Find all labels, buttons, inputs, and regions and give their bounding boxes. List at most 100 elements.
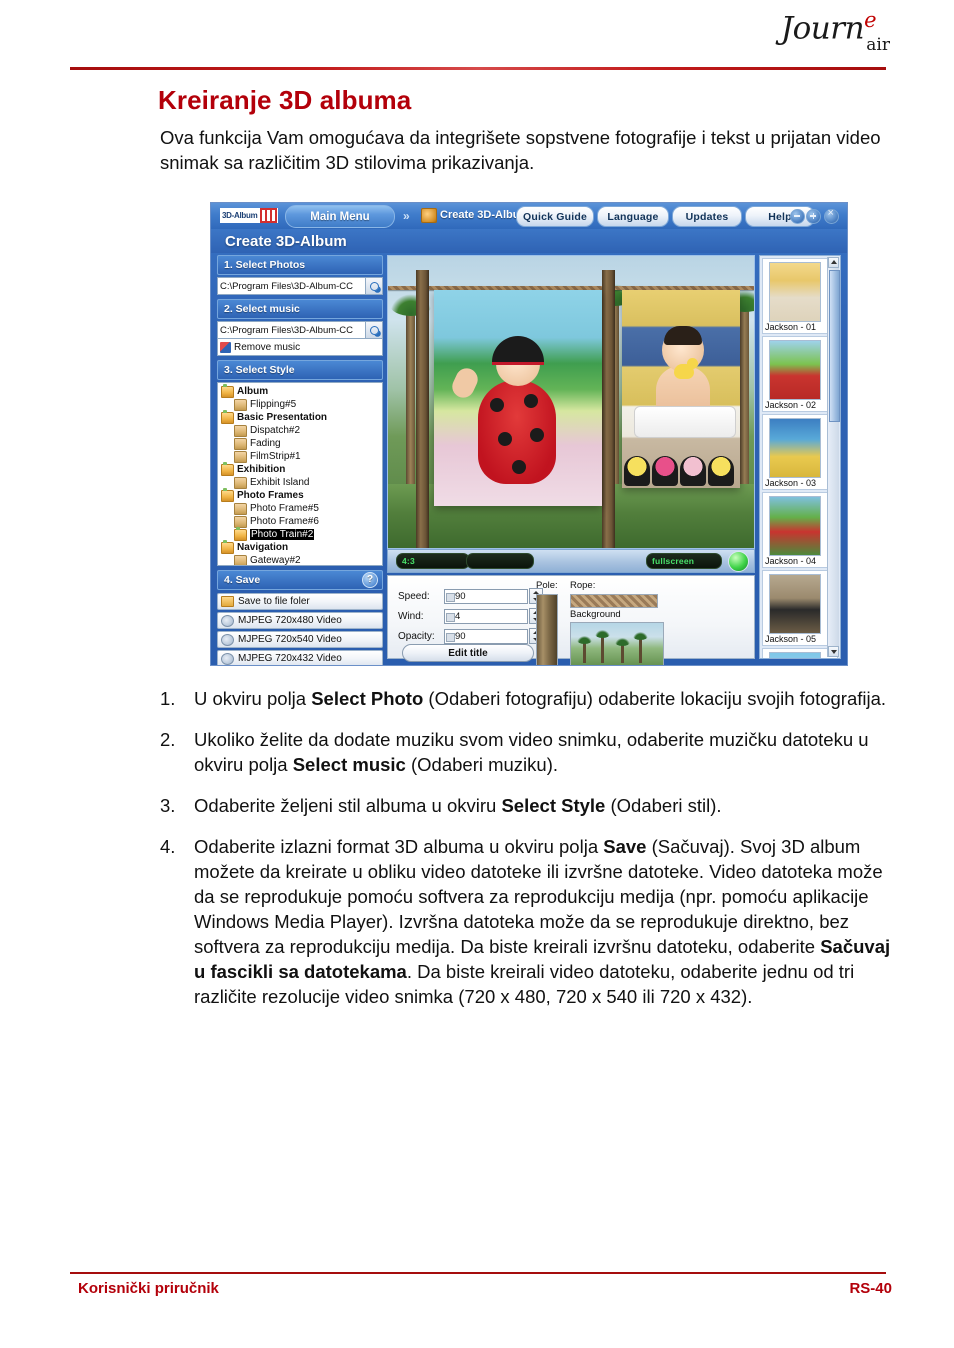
toolbar-button-quick-guide[interactable]: Quick Guide (516, 206, 594, 227)
style-group[interactable]: Album (221, 384, 382, 398)
folder-open-icon (234, 527, 247, 541)
setting-row-wind: Wind: 4 (398, 608, 543, 624)
style-group[interactable]: Basic Presentation (221, 410, 382, 424)
ladybug-costume (478, 380, 556, 484)
hanging-photo-1 (434, 290, 602, 506)
bathtub (634, 406, 736, 438)
opacity-label: Opacity: (398, 630, 435, 642)
panel-header-select-music: 2. Select music (217, 299, 383, 319)
play-button[interactable] (728, 551, 749, 572)
style-label: Album (237, 386, 269, 397)
style-group[interactable]: Exhibition (221, 462, 382, 476)
pole-label: Pole: (536, 580, 558, 591)
preview-area[interactable] (387, 255, 755, 549)
remove-music-button[interactable]: Remove music (217, 339, 383, 356)
3d-album-logo-icon: 3D-Album (220, 208, 278, 223)
maximize-button[interactable] (806, 209, 821, 224)
brand-accent-letter: e (864, 8, 876, 32)
wind-input[interactable]: 4 (444, 608, 528, 624)
speed-label: Speed: (398, 590, 430, 602)
photos-path-field[interactable]: C:\Program Files\3D-Album-CC (217, 277, 383, 295)
folder-icon (221, 596, 234, 607)
scroll-up-icon[interactable] (828, 257, 839, 268)
style-item[interactable]: Fading (221, 437, 382, 450)
thumbnail-image (769, 574, 821, 634)
help-icon[interactable]: ? (362, 572, 378, 588)
style-item[interactable]: Dispatch#2 (221, 424, 382, 437)
style-group[interactable]: Photo Frames (221, 488, 382, 502)
music-path-field[interactable]: C:\Program Files\3D-Album-CC (217, 321, 383, 339)
background-thumbnail[interactable] (570, 622, 664, 665)
music-note-icon (220, 341, 231, 353)
style-item[interactable]: Exhibit Island (221, 476, 382, 489)
photo-thumbnail-list[interactable]: 1 Jackson - 01 2 Jackson - 02 3 Jackson … (759, 255, 841, 659)
hanging-photo-2 (622, 290, 740, 488)
speed-input[interactable]: 90 (444, 588, 528, 604)
logo-text: 3D-Album (222, 211, 258, 220)
folder-icon (234, 515, 247, 528)
wooden-post (416, 270, 429, 548)
save-option-720x432[interactable]: MJPEG 720x432 Video (217, 650, 383, 665)
disc-icon (221, 614, 234, 627)
style-item[interactable]: Flipping#5 (221, 398, 382, 411)
app-window: 3D-Album Main Menu » Create 3D-Album Qui… (211, 203, 847, 665)
folder-open-icon (221, 488, 234, 502)
left-panel: 1. Select Photos C:\Program Files\3D-Alb… (217, 255, 383, 665)
minimize-button[interactable] (790, 209, 805, 224)
header-rule (70, 67, 886, 70)
main-menu-tab[interactable]: Main Menu (285, 205, 395, 228)
footer-rule (70, 1272, 886, 1274)
style-item[interactable]: FilmStrip#1 (221, 450, 382, 463)
style-item[interactable]: Gateway#2 (221, 554, 382, 565)
page-header: Journe air (0, 0, 954, 70)
thumbnail-image (769, 340, 821, 400)
style-group[interactable]: Navigation (221, 540, 382, 554)
thumbnail-caption: Jackson - 05 (765, 634, 817, 644)
rope-texture-swatch[interactable] (570, 594, 658, 608)
style-item-selected[interactable]: Photo Train#2 (221, 527, 382, 541)
remove-music-label: Remove music (234, 341, 301, 353)
pole-texture-swatch[interactable] (536, 594, 558, 665)
app-titlebar: 3D-Album Main Menu » Create 3D-Album Qui… (211, 203, 847, 230)
style-item[interactable]: Photo Frame#5 (221, 502, 382, 515)
toolbar-button-language[interactable]: Language (597, 206, 669, 227)
save-heading-label: 4. Save (224, 574, 261, 586)
browse-photos-icon[interactable] (365, 278, 382, 294)
style-label: Dispatch#2 (250, 425, 301, 436)
save-option-720x480[interactable]: MJPEG 720x480 Video (217, 612, 383, 629)
close-button[interactable] (824, 208, 839, 224)
thumbnail-image (769, 496, 821, 556)
scroll-down-icon[interactable] (828, 646, 839, 657)
wind-label: Wind: (398, 610, 424, 622)
save-option-720x540[interactable]: MJPEG 720x540 Video (217, 631, 383, 648)
toy-row (624, 452, 738, 486)
logo-bars-icon (260, 208, 277, 223)
edit-title-button[interactable]: Edit title (402, 644, 534, 662)
folder-icon (234, 554, 247, 565)
toolbar-button-updates[interactable]: Updates (672, 206, 742, 227)
browse-music-icon[interactable] (365, 322, 382, 338)
instruction-steps: 1. U okviru polja Select Photo (Odaberi … (160, 686, 900, 1025)
panel-header-save: 4. Save ? (217, 570, 383, 590)
wooden-post (602, 270, 615, 548)
scrollbar-thumb[interactable] (829, 270, 840, 422)
rubber-duck (674, 358, 698, 379)
fullscreen-button[interactable]: fullscreen (646, 553, 722, 569)
folder-icon (234, 437, 247, 450)
style-label: FilmStrip#1 (250, 451, 301, 462)
style-item[interactable]: Photo Frame#6 (221, 515, 382, 528)
panel-header-select-photos: 1. Select Photos (217, 255, 383, 275)
toy-figure (708, 456, 734, 486)
palm-tree (577, 636, 592, 663)
app-subtitle-text: Create 3D-Album (225, 233, 347, 250)
folder-icon (234, 450, 247, 463)
aspect-ratio-selector[interactable]: 4:3 (396, 553, 470, 569)
volume-slider[interactable] (466, 553, 534, 569)
opacity-input[interactable]: 90 (444, 628, 528, 644)
style-list[interactable]: Album Flipping#5 Basic Presentation Disp… (217, 382, 383, 566)
brand-logo: Journe air (746, 8, 896, 60)
save-option-label: MJPEG 720x432 Video (238, 653, 342, 664)
list-item: 2. Ukoliko želite da dodate muziku svom … (160, 727, 900, 777)
save-option-folder[interactable]: Save to file foler (217, 593, 383, 610)
thumbnail-scrollbar[interactable] (827, 257, 840, 657)
